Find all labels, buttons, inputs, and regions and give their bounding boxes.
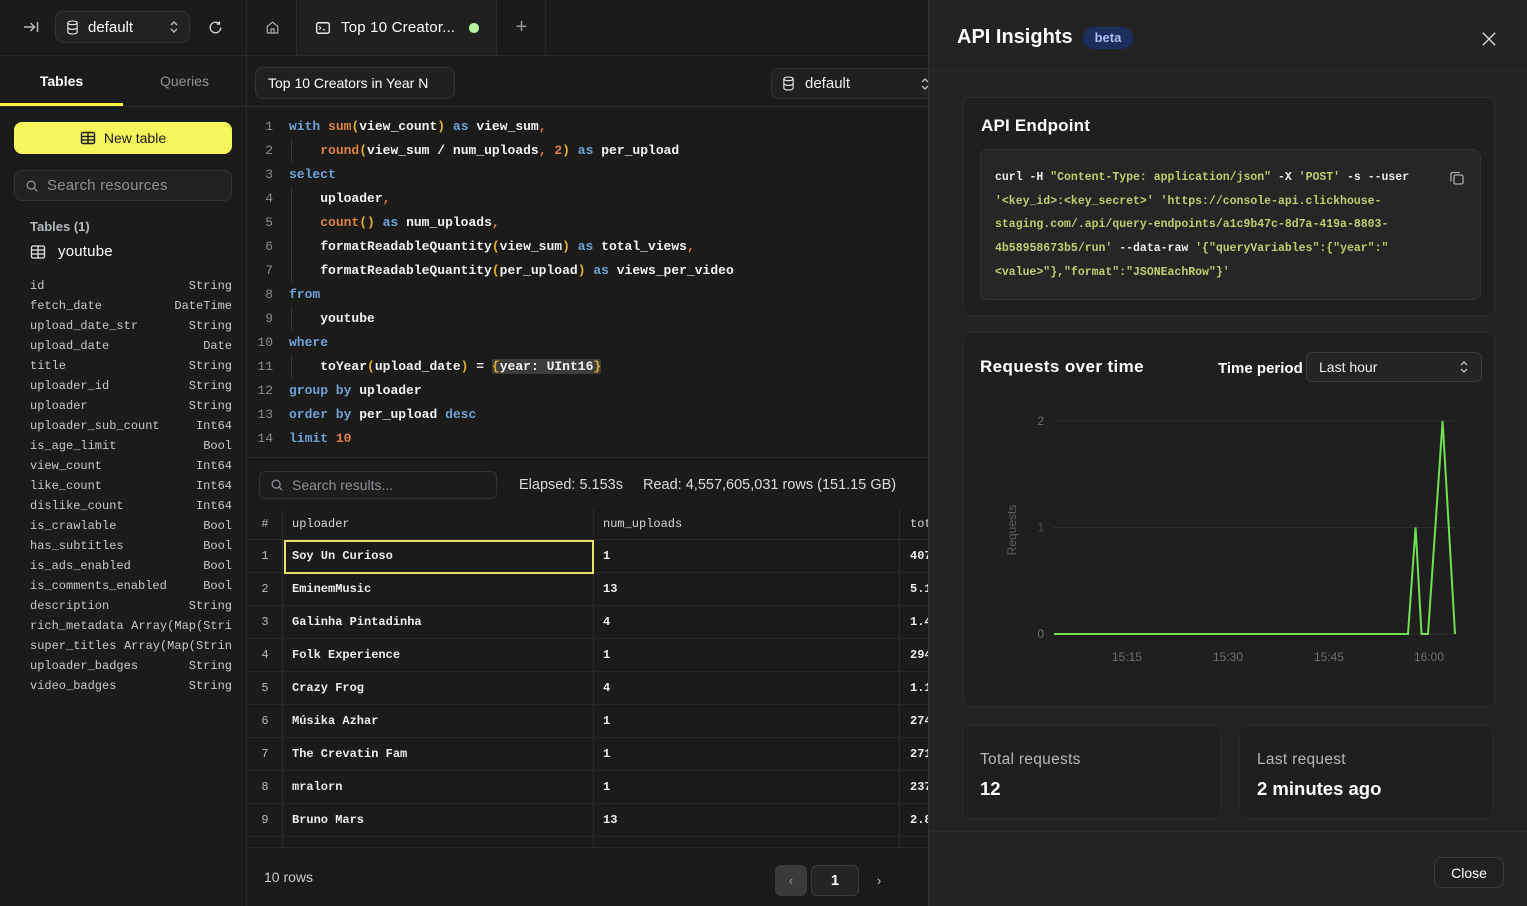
svg-text:2: 2 <box>1037 414 1044 428</box>
svg-text:0: 0 <box>1037 627 1044 641</box>
svg-text:15:30: 15:30 <box>1213 650 1243 664</box>
svg-text:16:00: 16:00 <box>1414 650 1444 664</box>
svg-text:15:45: 15:45 <box>1314 650 1344 664</box>
svg-text:15:15: 15:15 <box>1112 650 1142 664</box>
svg-text:1: 1 <box>1037 521 1044 535</box>
svg-text:Requests: Requests <box>1005 505 1019 556</box>
